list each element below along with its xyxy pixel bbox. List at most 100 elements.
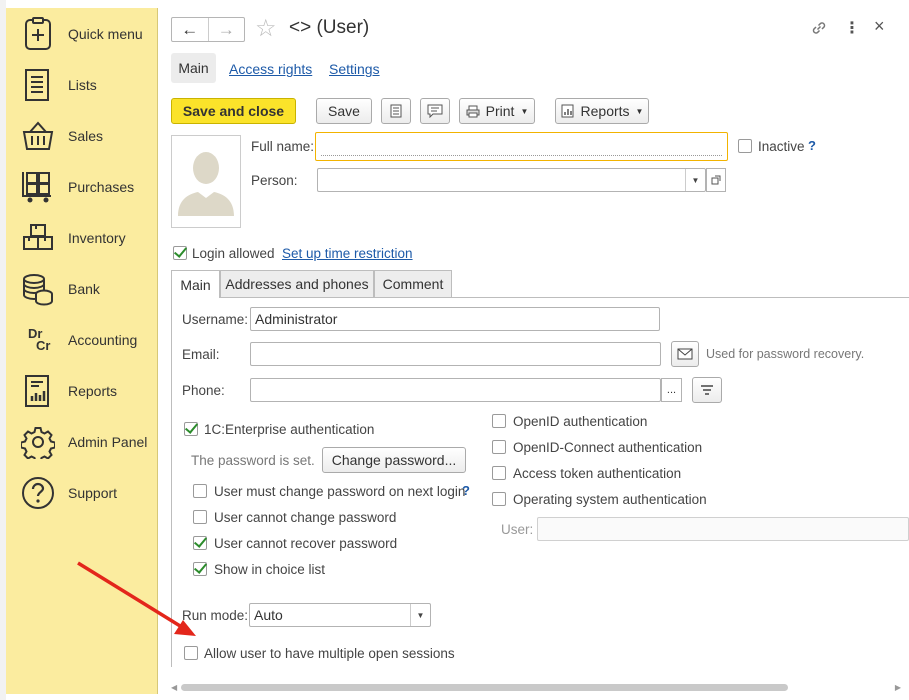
reports-label: Reports — [580, 103, 630, 119]
sidebar-item-inventory[interactable]: Inventory — [6, 216, 158, 260]
openid-checkbox[interactable] — [492, 414, 506, 428]
email-label: Email: — [182, 347, 220, 362]
full-name-field[interactable] — [315, 132, 728, 161]
email-field[interactable] — [250, 342, 661, 366]
favorite-star-icon[interactable]: ☆ — [255, 14, 277, 43]
phone-field[interactable] — [250, 378, 661, 402]
show-in-list-label: Show in choice list — [214, 562, 326, 577]
scroll-left-icon[interactable]: ◀ — [171, 683, 177, 692]
cannot-recover-checkbox[interactable] — [193, 536, 207, 550]
sidebar-item-support[interactable]: Support — [6, 471, 158, 515]
question-icon — [20, 475, 56, 511]
os-auth-checkbox[interactable] — [492, 492, 506, 506]
horizontal-scrollbar[interactable]: ◀ ▶ — [171, 681, 901, 694]
openid-connect-label: OpenID-Connect authentication — [513, 440, 703, 455]
user-photo[interactable] — [171, 135, 241, 228]
openid-connect-checkbox[interactable] — [492, 440, 506, 454]
document-list-button[interactable] — [381, 98, 411, 124]
back-button[interactable]: ← — [172, 18, 208, 41]
save-button[interactable]: Save — [316, 98, 372, 124]
sidebar-item-sales[interactable]: Sales — [6, 114, 158, 158]
tab-strip-line — [171, 297, 909, 298]
must-change-help-icon[interactable]: ? — [462, 483, 470, 498]
sidebar-item-reports[interactable]: Reports — [6, 369, 158, 413]
login-allowed-checkbox[interactable] — [173, 246, 187, 260]
email-note: Used for password recovery. — [706, 347, 865, 361]
inactive-help-icon[interactable]: ? — [808, 138, 816, 153]
login-allowed-label: Login allowed — [192, 246, 275, 261]
tab-main[interactable]: Main — [171, 53, 216, 83]
username-value: Administrator — [255, 311, 338, 327]
chevron-down-icon[interactable]: ▼ — [685, 169, 705, 191]
scrollbar-thumb[interactable] — [181, 684, 788, 691]
scroll-right-icon[interactable]: ▶ — [895, 683, 901, 692]
sidebar-item-quick-menu[interactable]: Quick menu — [6, 12, 158, 56]
dr-cr-icon: Dr Cr — [20, 322, 56, 358]
access-token-checkbox[interactable] — [492, 466, 506, 480]
close-icon[interactable]: × — [874, 16, 885, 37]
phone-label: Phone: — [182, 383, 225, 398]
run-mode-select[interactable]: Auto ▼ — [249, 603, 431, 627]
multiple-sessions-checkbox[interactable] — [184, 646, 198, 660]
quick-menu-icon — [20, 16, 56, 52]
sidebar-item-label: Lists — [68, 77, 97, 93]
sidebar-item-label: Quick menu — [68, 26, 143, 42]
chevron-down-icon: ▼ — [520, 106, 529, 116]
open-icon — [711, 175, 721, 185]
reports-button[interactable]: Reports ▼ — [555, 98, 649, 124]
auth-1c-checkbox[interactable] — [184, 422, 198, 436]
list-lines-icon — [701, 385, 713, 395]
sidebar-item-label: Admin Panel — [68, 434, 148, 450]
phone-options-button[interactable] — [692, 377, 722, 403]
sidebar-item-purchases[interactable]: Purchases — [6, 165, 158, 209]
phone-select-button[interactable]: ... — [661, 378, 682, 402]
time-restriction-link[interactable]: Set up time restriction — [282, 246, 413, 261]
open-person-button[interactable] — [706, 168, 726, 192]
openid-label: OpenID authentication — [513, 414, 648, 429]
sidebar-item-label: Inventory — [68, 230, 126, 246]
run-mode-value: Auto — [254, 607, 283, 623]
sidebar-item-label: Accounting — [68, 332, 138, 348]
sidebar-item-label: Reports — [68, 383, 118, 399]
tab-access-rights[interactable]: Access rights — [229, 61, 312, 77]
os-user-label: User: — [501, 522, 534, 537]
change-password-button[interactable]: Change password... — [322, 447, 466, 473]
inner-tab-addresses[interactable]: Addresses and phones — [220, 270, 374, 297]
forward-button[interactable]: → — [207, 18, 245, 41]
cannot-recover-label: User cannot recover password — [214, 536, 398, 551]
report-icon — [561, 104, 574, 118]
cannot-change-label: User cannot change password — [214, 510, 397, 525]
must-change-checkbox[interactable] — [193, 484, 207, 498]
cart-icon — [20, 169, 56, 205]
save-and-close-button[interactable]: Save and close — [171, 98, 296, 124]
sidebar-item-bank[interactable]: Bank — [6, 267, 158, 311]
nav-buttons: ← → — [171, 17, 245, 42]
inner-tab-comment[interactable]: Comment — [374, 270, 452, 297]
sidebar-item-admin-panel[interactable]: Admin Panel — [6, 420, 158, 464]
report-chart-icon — [20, 373, 56, 409]
document-list-icon — [390, 104, 402, 118]
sidebar-item-label: Bank — [68, 281, 100, 297]
sidebar-item-lists[interactable]: Lists — [6, 63, 158, 107]
inactive-checkbox[interactable] — [738, 139, 752, 153]
username-field[interactable]: Administrator — [250, 307, 660, 331]
chevron-down-icon[interactable]: ▼ — [410, 604, 430, 626]
inner-tab-main[interactable]: Main — [171, 270, 220, 298]
tab-settings[interactable]: Settings — [329, 61, 380, 77]
link-icon[interactable] — [811, 20, 827, 39]
sidebar-item-accounting[interactable]: Dr Cr Accounting — [6, 318, 158, 362]
more-icon[interactable]: ⋮ — [844, 18, 860, 38]
print-button[interactable]: Print ▼ — [459, 98, 535, 124]
full-name-label: Full name: — [251, 139, 315, 154]
send-email-button[interactable] — [671, 341, 699, 367]
print-label: Print — [485, 103, 515, 119]
field-underline — [321, 155, 722, 156]
annotation-arrow — [77, 561, 196, 636]
sidebar-item-label: Purchases — [68, 179, 135, 195]
cannot-change-checkbox[interactable] — [193, 510, 207, 524]
boxes-icon — [20, 220, 56, 256]
person-field[interactable]: ▼ — [317, 168, 706, 192]
os-auth-label: Operating system authentication — [513, 492, 707, 507]
comments-button[interactable] — [420, 98, 450, 124]
lists-icon — [20, 67, 56, 103]
